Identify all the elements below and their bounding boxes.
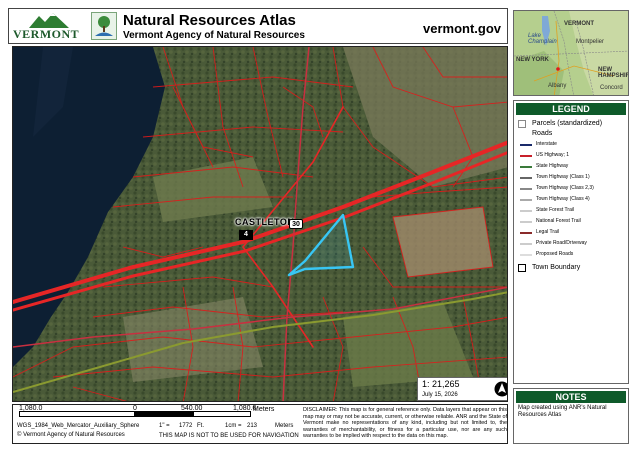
overview-label-albany: Albany xyxy=(548,83,567,89)
road-swatch xyxy=(520,210,532,212)
overview-label-new-hampshire: NEW HAMPSHIRE xyxy=(598,67,628,79)
us-route-shield: 30 xyxy=(289,219,303,229)
conversion-inch: 1" = xyxy=(159,423,170,429)
scale-mid-label: 540.00 xyxy=(181,405,203,412)
scale-left-label: 1,080.0 xyxy=(19,405,43,412)
legend-label: Town Highway (Class 2,3) xyxy=(536,185,594,191)
scale-and-disclaimer-bar: 1,080.0 0 540.00 1,080.0 Meters WGS_1984… xyxy=(12,404,508,444)
conversion-inch-unit: Ft. xyxy=(197,423,204,429)
notes-panel: NOTES Map created using ANR's Natural Re… xyxy=(513,388,629,444)
legend-label: Private Road/Driveway xyxy=(536,240,587,246)
anr-logo xyxy=(91,12,117,40)
legend-title: LEGEND xyxy=(516,103,626,115)
legend-label: US Highway; 1 xyxy=(536,152,570,158)
road-swatch xyxy=(520,254,532,256)
overview-label-concord: Concord xyxy=(600,85,623,91)
navigation-warning: THIS MAP IS NOT TO BE USED FOR NAVIGATIO… xyxy=(159,433,299,439)
road-swatch xyxy=(520,155,532,157)
north-arrow-icon xyxy=(494,381,507,397)
notes-text: Map created using ANR's Natural Resource… xyxy=(518,405,607,418)
copyright-label: © Vermont Agency of Natural Resources xyxy=(17,432,125,438)
scale-info-box: 1: 21,265 July 15, 2026 xyxy=(417,377,507,401)
notes-title: NOTES xyxy=(516,391,626,403)
parcels-swatch xyxy=(518,120,526,128)
main-map[interactable]: CASTLETON 30 4 1: 21,265 July 15, 2026 xyxy=(12,46,508,402)
road-swatch xyxy=(520,232,532,234)
legend-label: Town Boundary xyxy=(532,264,581,271)
legend-label: State Forest Trail xyxy=(536,207,575,213)
town-boundary-swatch xyxy=(518,264,526,272)
legend-label: Proposed Roads xyxy=(536,251,574,257)
state-route-shield: 4 xyxy=(239,230,253,240)
scale-bar: 1,080.0 0 540.00 1,080.0 xyxy=(19,405,256,419)
scale-unit: Meters xyxy=(253,406,275,413)
disclaimer-text: DISCLAIMER: This map is for general refe… xyxy=(303,407,507,440)
road-swatch xyxy=(520,243,532,245)
overview-map[interactable]: VERMONT Montpelier Lake Champlain NEW YO… xyxy=(513,10,629,96)
overview-label-montpelier: Montpelier xyxy=(576,39,605,45)
page-subtitle: Vermont Agency of Natural Resources xyxy=(123,30,305,41)
road-swatch xyxy=(520,199,532,201)
legend-label: Roads xyxy=(532,130,553,137)
road-swatch xyxy=(520,177,532,179)
legend-label: Parcels (standardized) xyxy=(532,120,603,127)
mountain-icon xyxy=(29,13,69,28)
road-swatch xyxy=(520,166,532,168)
road-swatch xyxy=(520,188,532,190)
legend-label: National Forest Trail xyxy=(536,218,581,224)
overview-location-marker xyxy=(556,67,560,71)
vermont-logo-text: VERMONT xyxy=(13,27,80,41)
page-title: Natural Resources Atlas xyxy=(123,12,296,29)
header: VERMONT Natural Resources Atlas Vermont … xyxy=(8,8,508,44)
overview-label-new-york: NEW YORK xyxy=(516,57,549,63)
projection-label: WGS_1984_Web_Mercator_Auxiliary_Sphere xyxy=(17,423,140,429)
legend-label: Interstate xyxy=(536,141,557,147)
overview-label-lake: Lake Champlain xyxy=(528,33,557,45)
conversion-cm: 1cm = xyxy=(225,423,242,429)
conversion-cm-value: 213 xyxy=(247,423,258,429)
road-swatch xyxy=(520,144,532,146)
website-link[interactable]: vermont.gov xyxy=(423,21,501,36)
scale-zero-label: 0 xyxy=(133,405,137,412)
map-date: July 15, 2026 xyxy=(422,392,458,398)
anr-leaf-icon xyxy=(95,16,113,36)
legend-label: Town Highway (Class 1) xyxy=(536,174,590,180)
town-label: CASTLETON xyxy=(235,217,295,227)
road-swatch xyxy=(520,221,532,223)
scale-ratio: 1: 21,265 xyxy=(422,379,460,389)
conversion-cm-unit: Meters xyxy=(275,423,294,429)
overview-label-vermont: VERMONT xyxy=(564,21,594,27)
legend-label: Town Highway (Class 4) xyxy=(536,196,590,202)
legend-label: Legal Trail xyxy=(536,229,560,235)
conversion-inch-value: 1772 xyxy=(179,423,193,429)
atlas-map-page: VERMONT Natural Resources Atlas Vermont … xyxy=(0,0,640,450)
vermont-logo: VERMONT xyxy=(13,12,87,42)
legend-label: State Highway xyxy=(536,163,569,169)
legend-panel: LEGEND Parcels (standardized) Roads Inte… xyxy=(513,100,629,384)
